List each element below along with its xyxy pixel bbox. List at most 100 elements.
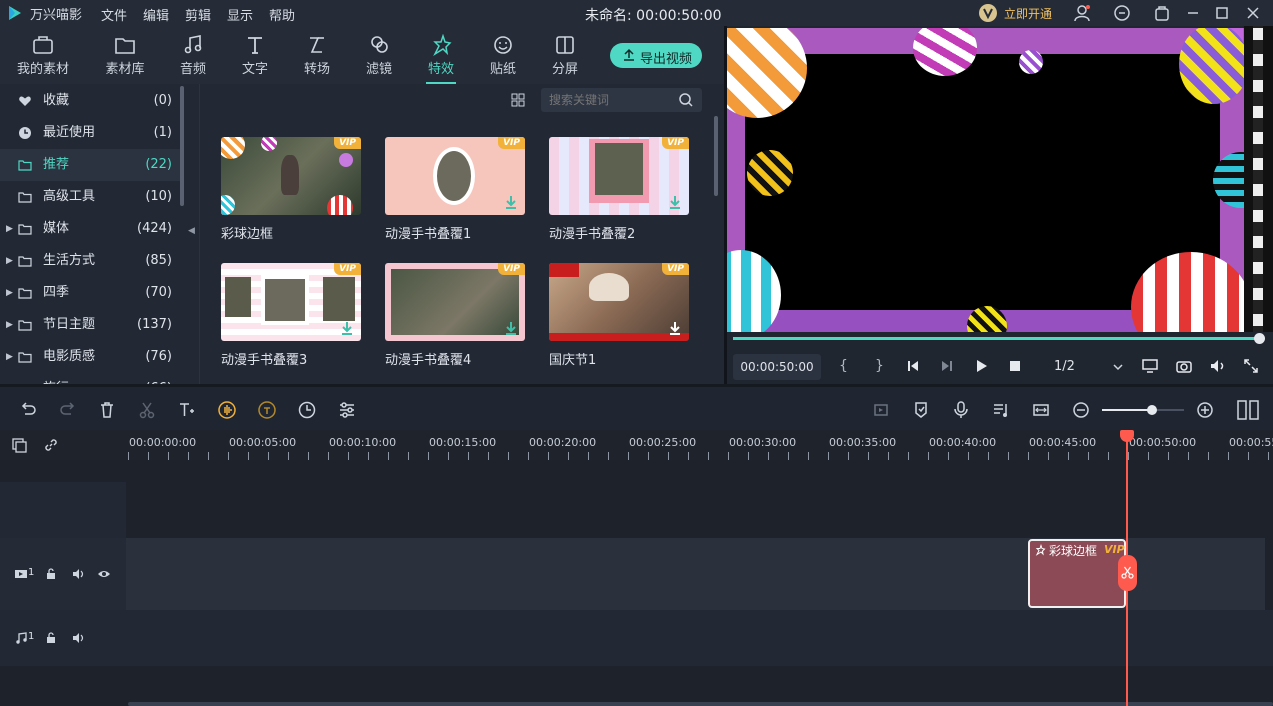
menu-help[interactable]: 帮助 xyxy=(269,5,295,24)
display-settings-icon[interactable] xyxy=(1141,358,1159,374)
effect-card[interactable]: VIP 动漫手书叠覆3 xyxy=(221,263,361,368)
tab-audio[interactable]: 音频 xyxy=(162,26,224,84)
export-button[interactable]: 导出视频 xyxy=(610,43,702,68)
eye-icon[interactable] xyxy=(97,568,111,580)
volume-icon[interactable] xyxy=(1209,358,1227,374)
sidebar-item-seasons[interactable]: ▶ 四季 (70) xyxy=(0,277,184,309)
sidebar-item-media[interactable]: ▶ 媒体 (424) xyxy=(0,213,184,245)
fullscreen-icon[interactable] xyxy=(1243,358,1259,374)
sidebar-item-travel[interactable]: ▶ 旅行(66) xyxy=(0,373,184,384)
effect-card[interactable]: VIP 彩球边框 xyxy=(221,137,361,242)
effect-card[interactable]: VIP 动漫手书叠覆4 xyxy=(385,263,525,368)
expand-arrow-icon[interactable]: ▶ xyxy=(6,341,13,373)
playback-progress-track[interactable] xyxy=(733,333,1265,344)
search-input[interactable] xyxy=(549,91,669,109)
quality-select[interactable]: 1/2 xyxy=(1042,354,1130,380)
timeline-ruler[interactable]: 00:00:00:00 00:00:05:00 00:00:10:00 00:0… xyxy=(0,430,1273,460)
zoom-in-icon[interactable] xyxy=(1195,400,1215,420)
snapshot-icon[interactable] xyxy=(1175,358,1193,374)
grid-scrollbar[interactable] xyxy=(714,116,718,196)
undo-icon[interactable] xyxy=(18,400,38,420)
mark-in-button[interactable]: { xyxy=(839,358,848,374)
zoom-out-icon[interactable] xyxy=(1071,400,1091,420)
mute-icon[interactable] xyxy=(72,632,86,644)
redo-icon[interactable] xyxy=(58,400,78,420)
expand-arrow-icon[interactable]: ▶ xyxy=(6,213,13,245)
expand-arrow-icon[interactable]: ▶ xyxy=(6,309,13,341)
download-icon[interactable] xyxy=(669,321,681,335)
text-tool-icon[interactable] xyxy=(177,400,197,420)
minimize-icon[interactable] xyxy=(1183,3,1203,23)
play-icon[interactable] xyxy=(973,358,989,374)
close-icon[interactable] xyxy=(1243,3,1263,23)
fit-timeline-icon[interactable] xyxy=(1031,400,1051,420)
render-preview-icon[interactable] xyxy=(871,400,891,420)
layout-toggle-icon[interactable] xyxy=(1236,398,1260,422)
sidebar-item-holidays[interactable]: ▶ 节日主题 (137) xyxy=(0,309,184,341)
stop-icon[interactable] xyxy=(1007,358,1023,374)
audio-wave-icon[interactable] xyxy=(217,400,237,420)
effect-card[interactable]: VIP 国庆节1 xyxy=(549,263,689,368)
menu-clip[interactable]: 剪辑 xyxy=(185,5,211,24)
sidebar-item-recommended[interactable]: 推荐 (22) xyxy=(0,149,184,181)
sidebar-item-recent[interactable]: 最近使用 (1) xyxy=(0,117,184,149)
empty-track-lane[interactable] xyxy=(126,482,1273,538)
download-icon[interactable] xyxy=(341,321,353,335)
tab-library[interactable]: 素材库 xyxy=(94,26,156,84)
lock-icon[interactable] xyxy=(45,568,57,580)
tab-effects[interactable]: 特效 xyxy=(410,26,472,84)
download-icon[interactable] xyxy=(669,195,681,209)
previous-frame-icon[interactable] xyxy=(905,358,921,374)
maximize-icon[interactable] xyxy=(1212,3,1232,23)
zoom-slider[interactable] xyxy=(1102,405,1184,415)
zoom-slider-thumb[interactable] xyxy=(1147,405,1157,415)
tab-text[interactable]: 文字 xyxy=(224,26,286,84)
mark-out-button[interactable]: } xyxy=(875,358,884,374)
search-box[interactable] xyxy=(541,88,702,112)
effect-card[interactable]: VIP 动漫手书叠覆2 xyxy=(549,137,689,242)
delete-icon[interactable] xyxy=(97,400,117,420)
voiceover-mic-icon[interactable] xyxy=(951,400,971,420)
tab-my-media[interactable]: 我的素材 xyxy=(12,26,74,84)
horizontal-scrollbar[interactable] xyxy=(128,702,1273,706)
marker-icon[interactable] xyxy=(911,400,931,420)
timeline-clip[interactable]: 彩球边框 VIP xyxy=(1028,539,1126,608)
sidebar-item-cinematic[interactable]: ▶ 电影质感 (76) xyxy=(0,341,184,373)
audio-track-lane[interactable] xyxy=(126,610,1273,666)
playback-progress-thumb[interactable] xyxy=(1254,333,1265,344)
expand-arrow-icon[interactable]: ▶ xyxy=(6,245,13,277)
grid-view-icon[interactable] xyxy=(510,92,526,108)
effect-card[interactable]: VIP 动漫手书叠覆1 xyxy=(385,137,525,242)
expand-arrow-icon[interactable]: ▶ xyxy=(6,373,13,384)
sidebar-item-favorites[interactable]: 收藏 (0) xyxy=(0,85,184,117)
tab-filter[interactable]: 滤镜 xyxy=(348,26,410,84)
collapse-arrow-icon[interactable]: ◀ xyxy=(188,226,195,236)
adjust-icon[interactable] xyxy=(337,400,357,420)
feedback-icon[interactable] xyxy=(1112,3,1132,23)
tab-transition[interactable]: 转场 xyxy=(286,26,348,84)
vip-upgrade-button[interactable]: 立即开通 xyxy=(978,3,1058,23)
menu-edit[interactable]: 编辑 xyxy=(143,5,169,24)
mute-icon[interactable] xyxy=(72,568,86,580)
add-track-icon[interactable] xyxy=(10,436,28,454)
speech-to-text-icon[interactable] xyxy=(257,400,277,420)
tab-split-screen[interactable]: 分屏 xyxy=(534,26,596,84)
link-icon[interactable] xyxy=(42,436,60,454)
menu-file[interactable]: 文件 xyxy=(101,5,127,24)
menu-view[interactable]: 显示 xyxy=(227,5,253,24)
cut-icon[interactable] xyxy=(137,400,157,420)
search-icon[interactable] xyxy=(678,92,694,108)
lock-icon[interactable] xyxy=(45,632,57,644)
sidebar-item-advanced-tools[interactable]: 高级工具 (10) xyxy=(0,181,184,213)
account-icon[interactable] xyxy=(1072,3,1092,23)
tab-sticker[interactable]: 贴纸 xyxy=(472,26,534,84)
sidebar-item-lifestyle[interactable]: ▶ 生活方式 (85) xyxy=(0,245,184,277)
audio-mixer-icon[interactable] xyxy=(991,400,1011,420)
speed-icon[interactable] xyxy=(297,400,317,420)
download-icon[interactable] xyxy=(505,195,517,209)
split-at-playhead-button[interactable] xyxy=(1118,555,1137,591)
store-icon[interactable] xyxy=(1152,3,1172,23)
download-icon[interactable] xyxy=(505,321,517,335)
next-frame-icon[interactable] xyxy=(939,358,955,374)
expand-arrow-icon[interactable]: ▶ xyxy=(6,277,13,309)
